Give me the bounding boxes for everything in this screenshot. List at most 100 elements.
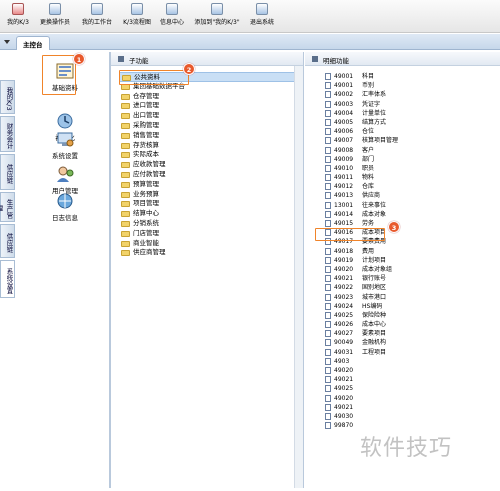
- flowchart-icon: [131, 3, 143, 15]
- detail-item[interactable]: 49015 劳务: [325, 219, 500, 228]
- detail-item-name: 成本对象: [362, 210, 387, 218]
- sub-panel-scrollbar[interactable]: [294, 66, 303, 488]
- detail-item[interactable]: 49021 银行账号: [325, 274, 500, 283]
- detail-item[interactable]: 49022 国别地区: [325, 283, 500, 292]
- side-tab-supply-chain[interactable]: 供应链: [0, 154, 15, 190]
- document-icon: [325, 192, 331, 200]
- detail-item[interactable]: 49021: [325, 403, 500, 412]
- sub-item[interactable]: 结算中心: [119, 209, 303, 219]
- detail-item-name: 仓位: [362, 128, 375, 136]
- sub-item[interactable]: 项目管理: [119, 199, 303, 209]
- sub-item[interactable]: 门店管理: [119, 229, 303, 239]
- document-icon: [325, 357, 331, 365]
- document-icon: [325, 183, 331, 191]
- sub-item[interactable]: 销售管理: [119, 131, 303, 141]
- detail-function-list: 49001 科目 49001 币别 49002 汇率体系 49003 凭证字 49004 计量单位…: [325, 72, 500, 430]
- detail-item[interactable]: 49031 工程项目: [325, 348, 500, 357]
- detail-item[interactable]: 49026 成本中心: [325, 320, 500, 329]
- detail-item-code: 49021: [334, 376, 354, 384]
- flowchart-button[interactable]: K/3流程图: [119, 1, 155, 31]
- folder-icon: [121, 113, 130, 120]
- toolbar: 我的K/3 更换操作员 我的工作台 K/3流程图 信息中心 添加到"我的K/3"…: [0, 0, 500, 33]
- document-icon: [325, 256, 331, 264]
- detail-item[interactable]: 90049 金融机构: [325, 338, 500, 347]
- detail-item[interactable]: 49025: [325, 384, 500, 393]
- chevron-down-icon[interactable]: [3, 38, 11, 46]
- detail-item[interactable]: 99870: [325, 421, 500, 430]
- detail-item[interactable]: 49005 结算方式: [325, 118, 500, 127]
- document-icon: [325, 403, 331, 411]
- sub-item[interactable]: 商业智能: [119, 239, 303, 249]
- detail-item[interactable]: 49013 供应商: [325, 191, 500, 200]
- document-icon: [325, 348, 331, 356]
- detail-item[interactable]: 49011 物料: [325, 173, 500, 182]
- detail-item-name: 客户: [362, 146, 375, 154]
- document-icon: [325, 339, 331, 347]
- side-tab-finance[interactable]: 财务会计: [0, 116, 15, 152]
- detail-item-code: 49021: [334, 275, 354, 283]
- sub-item[interactable]: 存货核算: [119, 141, 303, 151]
- detail-item[interactable]: 49018 费用: [325, 247, 500, 256]
- side-tab-system-settings[interactable]: 系统设置: [0, 260, 15, 298]
- detail-item[interactable]: 49019 计划项目: [325, 256, 500, 265]
- detail-item[interactable]: 49006 仓位: [325, 127, 500, 136]
- sub-item[interactable]: 供应商管理: [119, 248, 303, 258]
- tab-main-console[interactable]: 主控台: [16, 36, 50, 50]
- detail-item[interactable]: 49002 汇率体系: [325, 90, 500, 99]
- detail-item[interactable]: 49008 客户: [325, 146, 500, 155]
- detail-item[interactable]: 13001 往来事位: [325, 201, 500, 210]
- detail-item[interactable]: 49007 核算项目管理: [325, 136, 500, 145]
- add-to-my-k3-button[interactable]: 添加到"我的K/3": [188, 1, 246, 31]
- exit-system-button[interactable]: 退出系统: [247, 1, 277, 31]
- module-log-info[interactable]: 日志信息: [40, 192, 90, 222]
- detail-item[interactable]: 49023 城市港口: [325, 293, 500, 302]
- sub-item[interactable]: 仓存管理: [119, 92, 303, 102]
- sub-item[interactable]: 业务预算: [119, 190, 303, 200]
- document-icon: [325, 174, 331, 182]
- sub-item[interactable]: 应付款管理: [119, 170, 303, 180]
- detail-item[interactable]: 49014 成本对象: [325, 210, 500, 219]
- k3-home-icon: [12, 3, 24, 15]
- detail-item[interactable]: 49020: [325, 366, 500, 375]
- detail-item-name: 成本中心: [362, 321, 387, 329]
- detail-item[interactable]: 4903: [325, 357, 500, 366]
- detail-function-header: 明细功能: [305, 52, 500, 66]
- detail-item[interactable]: 49001 币别: [325, 81, 500, 90]
- sub-item[interactable]: 出口管理: [119, 111, 303, 121]
- side-tab-production[interactable]: 生产管理: [0, 192, 15, 222]
- detail-item-code: 49001: [334, 73, 354, 80]
- sub-item[interactable]: 预算管理: [119, 180, 303, 190]
- message-center-button[interactable]: 信息中心: [157, 1, 187, 31]
- detail-item[interactable]: 49010 职员: [325, 164, 500, 173]
- detail-item[interactable]: 49021: [325, 375, 500, 384]
- detail-item[interactable]: 49030: [325, 412, 500, 421]
- detail-item[interactable]: 49020: [325, 394, 500, 403]
- switch-user-button[interactable]: 更换操作员: [36, 1, 74, 31]
- detail-item[interactable]: 49012 仓库: [325, 182, 500, 191]
- detail-item[interactable]: 49024 HS编码: [325, 302, 500, 311]
- sub-item[interactable]: 进口管理: [119, 101, 303, 111]
- module-system-settings[interactable]: 系统设置: [40, 130, 90, 160]
- workbench-button[interactable]: 我的工作台: [78, 1, 116, 31]
- detail-item[interactable]: 49025 保险险种: [325, 311, 500, 320]
- module-user-management[interactable]: 用户管理: [40, 165, 90, 195]
- side-tab-supply-chain-2[interactable]: 供应链: [0, 224, 15, 258]
- document-icon: [325, 385, 331, 393]
- folder-icon: [121, 142, 130, 149]
- side-tab-my-k3[interactable]: 我的K/3: [0, 80, 15, 114]
- document-icon: [325, 128, 331, 136]
- sub-item[interactable]: 分销系统: [119, 219, 303, 229]
- document-icon: [325, 422, 331, 430]
- detail-item[interactable]: 49004 计量单位: [325, 109, 500, 118]
- detail-item[interactable]: 49001 科目: [325, 72, 500, 81]
- sub-item[interactable]: 应收款管理: [119, 160, 303, 170]
- detail-item[interactable]: 49003 凭证字: [325, 100, 500, 109]
- my-k3-button[interactable]: 我的K/3: [3, 1, 33, 31]
- sub-item[interactable]: 采购管理: [119, 121, 303, 131]
- folder-icon: [121, 240, 130, 247]
- detail-item-code: 49003: [334, 100, 354, 108]
- detail-item[interactable]: 49009 部门: [325, 155, 500, 164]
- detail-item[interactable]: 49020 成本对象组: [325, 265, 500, 274]
- sub-item[interactable]: 实际成本: [119, 150, 303, 160]
- detail-item[interactable]: 49027 要素项目: [325, 329, 500, 338]
